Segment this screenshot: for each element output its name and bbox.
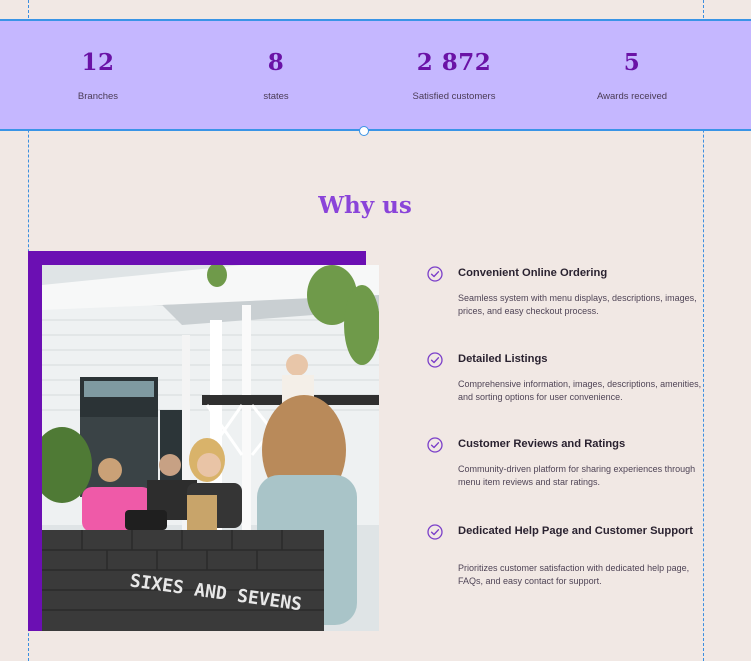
stat-label: Awards received — [596, 91, 668, 102]
stats-band[interactable]: 12 Branches 8 states 2 872 Satisfied cus… — [0, 19, 751, 131]
resize-handle[interactable] — [359, 126, 369, 136]
feature-description: Prioritizes customer satisfaction with d… — [458, 563, 690, 586]
stat-label: states — [263, 91, 289, 102]
check-circle-icon — [427, 352, 443, 368]
stat-number: 8 — [267, 49, 285, 76]
feature-description: Comprehensive information, images, descr… — [458, 379, 702, 402]
feature-title: Convenient Online Ordering — [458, 267, 608, 279]
feature-title: Detailed Listings — [458, 353, 548, 365]
check-circle-icon — [427, 524, 443, 540]
check-circle-icon — [427, 437, 443, 453]
feature-title: Dedicated Help Page and Customer Support — [458, 525, 693, 537]
stat-number: 5 — [623, 49, 641, 76]
check-circle-icon — [427, 266, 443, 282]
feature-description: Community-driven platform for sharing ex… — [458, 464, 696, 487]
feature-title: Customer Reviews and Ratings — [458, 438, 626, 450]
stat-number: 2 872 — [416, 49, 492, 76]
stat-number: 12 — [81, 49, 115, 76]
why-us-title: Why us — [318, 192, 412, 219]
stat-label: Satisfied customers — [412, 91, 496, 102]
stat-label: Branches — [77, 91, 119, 102]
feature-description: Seamless system with menu displays, desc… — [458, 293, 697, 316]
restaurant-photo: SIXES AND SEVENS — [42, 265, 379, 631]
